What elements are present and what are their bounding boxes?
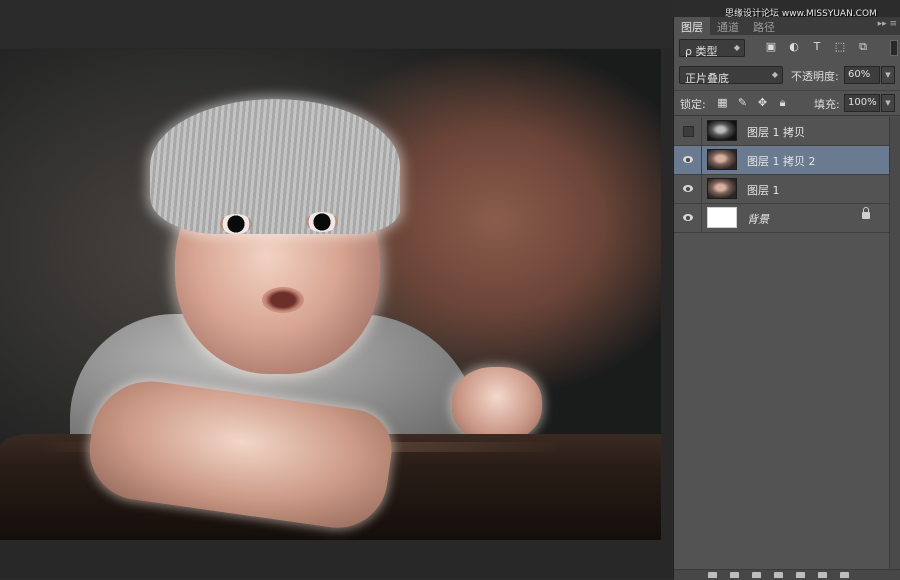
options-bar-area — [0, 0, 672, 48]
layers-list: 图层 1 拷贝 图层 1 拷贝 2 图层 1 背景 — [674, 117, 889, 233]
layer-row-background[interactable]: 背景 — [674, 204, 889, 233]
visibility-toggle[interactable] — [674, 175, 702, 203]
opacity-label: 不透明度: — [791, 70, 839, 83]
footer-icons — [708, 572, 849, 578]
lock-icons: ▦ ✎ ✥ 🔒︎ — [716, 96, 789, 109]
lock-position-icon[interactable]: ✥ — [756, 96, 769, 109]
opacity-dropdown-button[interactable]: ▼ — [881, 66, 895, 84]
visibility-toggle[interactable] — [674, 117, 702, 145]
group-icon[interactable] — [796, 572, 805, 578]
lock-transparent-icon[interactable]: ▦ — [716, 96, 729, 109]
link-layers-icon[interactable] — [708, 572, 717, 578]
visibility-toggle[interactable] — [674, 146, 702, 174]
fx-icon[interactable] — [730, 572, 739, 578]
lock-all-icon[interactable]: 🔒︎ — [776, 96, 789, 109]
layer-name: 图层 1 拷贝 — [747, 126, 805, 139]
tab-layers[interactable]: 图层 — [674, 17, 710, 35]
visibility-toggle[interactable] — [674, 204, 702, 232]
lock-icon — [862, 207, 870, 219]
panel-tabs: 图层 通道 路径 — [674, 17, 900, 35]
filter-icons: ▣ ◐ T ⬚ ⧉ — [765, 41, 869, 53]
layer-name: 背景 — [747, 213, 769, 226]
layer-thumbnail — [707, 149, 737, 170]
layer-thumbnail — [707, 207, 737, 228]
panel-menu-icon[interactable]: ▸▸ ≡ — [878, 19, 897, 29]
smart-object-filter-icon[interactable]: ⧉ — [857, 41, 869, 53]
filter-kind-label: ρ 类型 — [685, 45, 718, 58]
chevron-updown-icon: ◆ — [771, 70, 778, 79]
document-image[interactable] — [0, 49, 661, 540]
baby-eye-right — [306, 212, 338, 232]
adjustment-filter-icon[interactable]: ◐ — [788, 41, 800, 53]
eye-icon — [683, 185, 693, 192]
layer-thumbnail — [707, 178, 737, 199]
lock-brush-icon[interactable]: ✎ — [736, 96, 749, 109]
tab-channels[interactable]: 通道 — [710, 17, 746, 35]
panel-footer — [674, 569, 900, 580]
opacity-input[interactable]: 60% — [844, 66, 880, 84]
layers-panel: 图层 通道 路径 ▸▸ ≡ ρ 类型 ◆ ▣ ◐ T ⬚ ⧉ 正片叠底 ◆ 不透… — [673, 17, 900, 580]
canvas-bottom — [0, 540, 672, 579]
fill-label: 填充: — [814, 98, 840, 111]
image-filter-icon[interactable]: ▣ — [765, 41, 777, 53]
layer-row[interactable]: 图层 1 拷贝 — [674, 117, 889, 146]
baby-mouth — [262, 287, 304, 313]
eye-icon — [683, 156, 693, 163]
shape-filter-icon[interactable]: ⬚ — [834, 41, 846, 53]
blend-mode-label: 正片叠底 — [685, 72, 729, 85]
tab-paths[interactable]: 路径 — [746, 17, 782, 35]
lock-row: 锁定: ▦ ✎ ✥ 🔒︎ 填充: 100% ▼ — [674, 90, 900, 116]
fill-dropdown-button[interactable]: ▼ — [881, 94, 895, 112]
layer-name: 图层 1 — [747, 184, 780, 197]
layer-thumbnail — [707, 120, 737, 141]
adjustment-icon[interactable] — [774, 572, 783, 578]
mask-icon[interactable] — [752, 572, 761, 578]
layers-scrollbar[interactable] — [889, 117, 900, 569]
trash-icon[interactable] — [840, 572, 849, 578]
new-layer-icon[interactable] — [818, 572, 827, 578]
visibility-off-box — [683, 126, 694, 137]
baby-fist — [452, 367, 542, 442]
chevron-updown-icon: ◆ — [733, 43, 740, 52]
eye-icon — [683, 214, 693, 221]
type-filter-icon[interactable]: T — [811, 41, 823, 53]
filter-toggle[interactable] — [890, 40, 898, 56]
layer-row-selected[interactable]: 图层 1 拷贝 2 — [674, 146, 889, 175]
fill-input[interactable]: 100% — [844, 94, 880, 112]
baby-hat — [150, 99, 400, 234]
blend-mode-select[interactable]: 正片叠底 ◆ — [679, 66, 783, 85]
layer-name: 图层 1 拷贝 2 — [747, 155, 816, 168]
layer-row[interactable]: 图层 1 — [674, 175, 889, 204]
filter-kind-select[interactable]: ρ 类型 ◆ — [679, 39, 745, 58]
baby-eye-left — [220, 214, 252, 234]
lock-label: 锁定: — [680, 98, 706, 111]
